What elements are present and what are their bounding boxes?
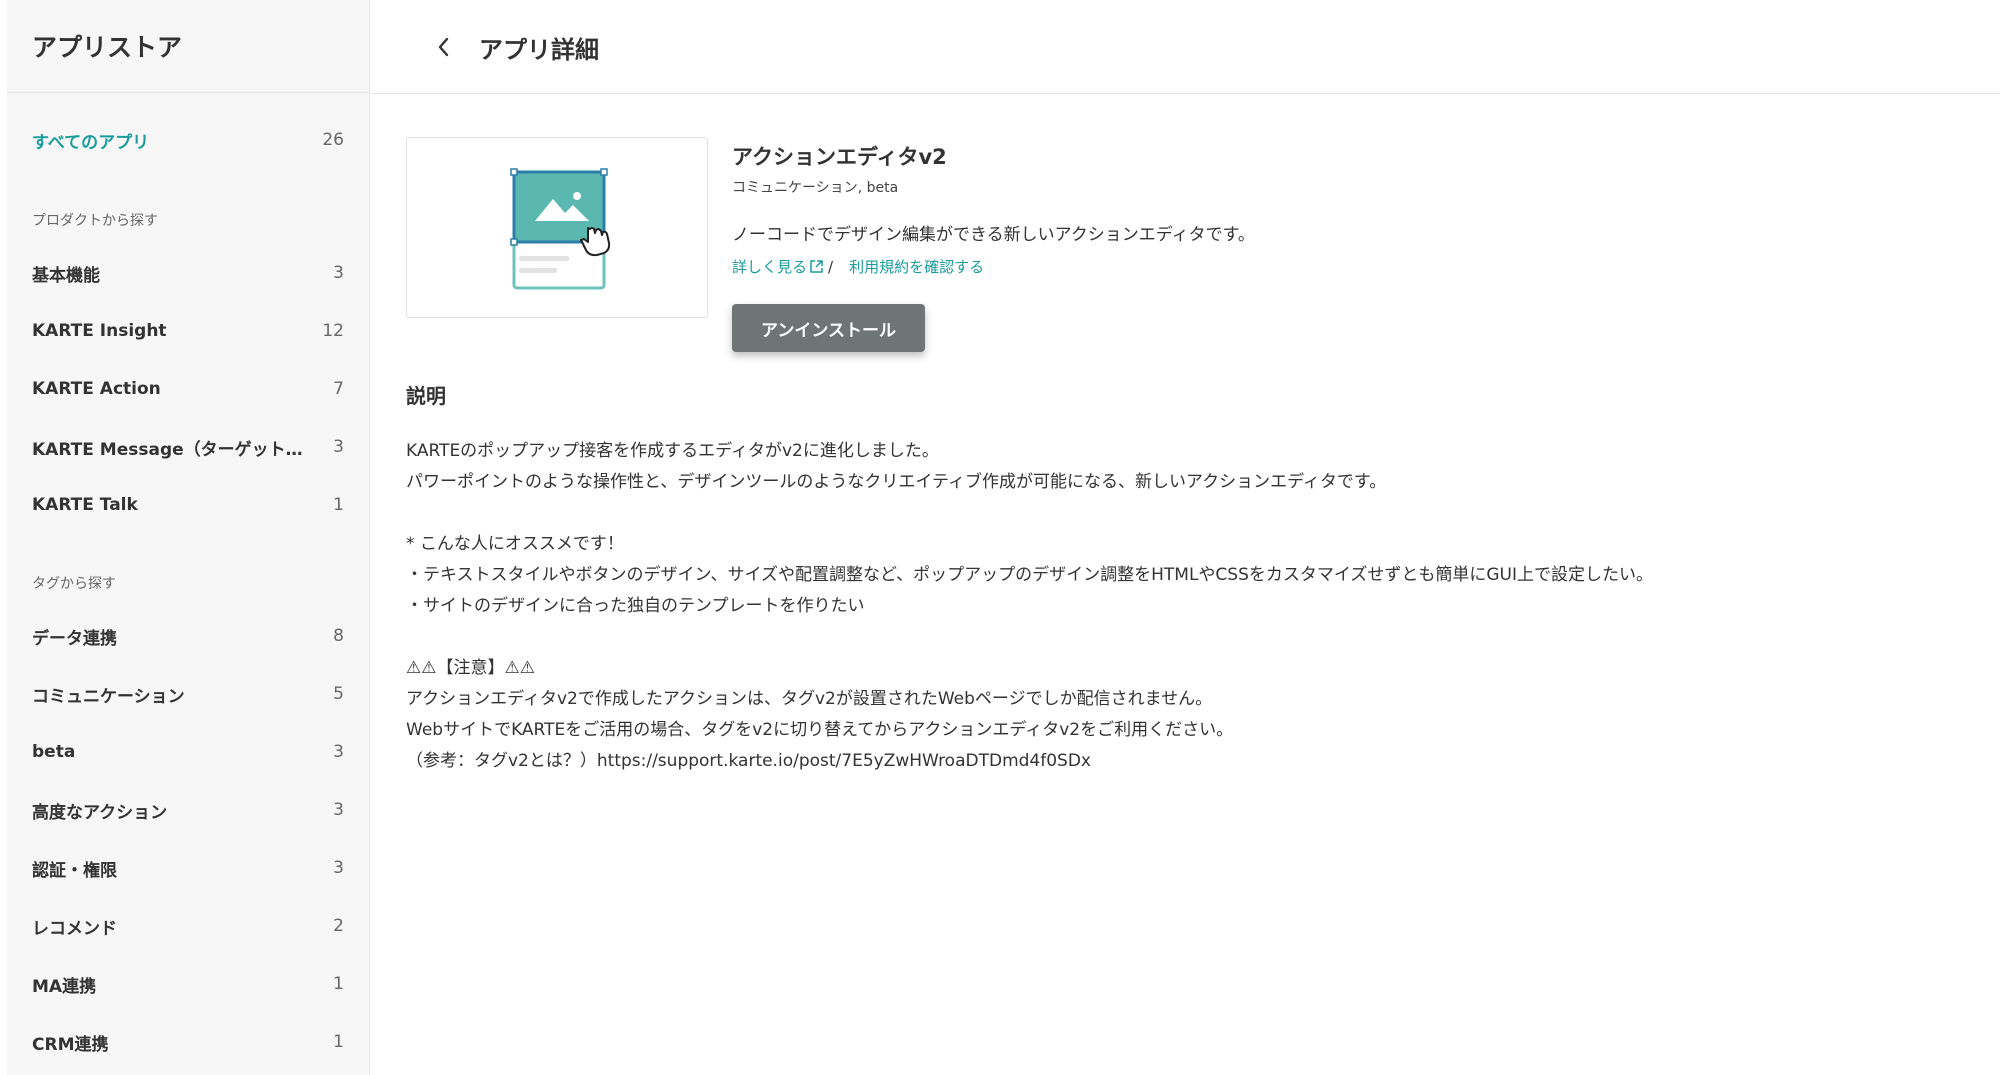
sidebar-item-tag[interactable]: MA連携 1 [32,964,344,1004]
sidebar-item-count: 8 [333,626,344,646]
sidebar-item-product[interactable]: KARTE Action 7 [32,369,344,409]
sidebar-item-tag[interactable]: データ連携 8 [32,616,344,656]
sidebar-item-label: 高度なアクション [32,802,168,823]
sidebar-item-label: KARTE Message（ターゲット配信） [32,439,312,460]
sidebar-item-count: 3 [333,858,344,878]
sidebar-item-product[interactable]: 基本機能 3 [32,253,344,293]
sidebar-item-count: 7 [333,379,344,399]
sidebar-item-product[interactable]: KARTE Talk 1 [32,485,344,525]
app-links: 詳しく見る / 利用規約を確認する [732,256,984,277]
app-tags: コミュニケーション, beta [732,180,899,196]
sidebar-item-all-apps[interactable]: すべてのアプリ 26 [32,120,344,160]
sidebar-item-count: 26 [322,130,344,150]
link-separator: / [828,257,834,276]
sidebar-item-tag[interactable]: CRM連携 1 [32,1022,344,1062]
sidebar-item-count: 1 [333,974,344,994]
sidebar-item-tag[interactable]: コミュニケーション 5 [32,674,344,714]
description-line: アクションエディタv2で作成したアクションは、タグv2が設置されたWebページで… [406,689,1213,709]
app-thumbnail [406,137,708,318]
sidebar-item-label: KARTE Insight [32,321,167,341]
sidebar-item-label: レコメンド [32,918,117,939]
sidebar: アプリストア すべてのアプリ 26 プロダクトから探す 基本機能 3 KARTE… [0,0,370,1075]
description-line: パワーポイントのような操作性と、デザインツールのようなクリエイティブ作成が可能に… [406,472,1387,492]
sidebar-item-count: 3 [333,437,344,457]
sidebar-item-label: 認証・権限 [32,860,117,881]
sidebar-item-label: KARTE Action [32,379,161,399]
description-line: ⚠⚠【注意】⚠⚠ [406,658,535,678]
description-blank-line [406,498,1956,529]
sidebar-item-count: 3 [333,263,344,283]
page-title: アプリ詳細 [479,36,599,64]
sidebar-item-label: beta [32,742,76,762]
sidebar-item-count: 1 [333,495,344,515]
sidebar-item-product[interactable]: KARTE Message（ターゲット配信） 3 [32,427,344,467]
section-title: 説明 [406,384,446,408]
sidebar-item-count: 3 [333,742,344,762]
sidebar-section-tags: タグから探す [32,576,116,592]
sidebar-item-label: データ連携 [32,628,117,649]
terms-link[interactable]: 利用規約を確認する [849,256,984,277]
sidebar-item-label: MA連携 [32,976,97,997]
external-link-icon [810,260,823,273]
sidebar-item-tag[interactable]: レコメンド 2 [32,906,344,946]
app-name: アクションエディタv2 [732,145,947,169]
app-description: ノーコードでデザイン編集ができる新しいアクションエディタです。 [732,225,1255,245]
description-line: * こんな人にオススメです！ [406,534,624,554]
sidebar-item-label: CRM連携 [32,1034,109,1055]
sidebar-item-label: 基本機能 [32,265,100,286]
uninstall-button[interactable]: アンインストール [732,304,925,352]
sidebar-item-tag[interactable]: beta 3 [32,732,344,772]
page-header: アプリ詳細 [371,0,2000,94]
description-line: ・テキストスタイルやボタンのデザイン、サイズや配置調整など、ポップアップのデザイ… [406,565,1653,585]
sidebar-item-product[interactable]: KARTE Insight 12 [32,311,344,351]
back-button[interactable] [425,29,461,65]
sidebar-item-label: すべてのアプリ [32,132,150,153]
sidebar-item-count: 3 [333,800,344,820]
sidebar-item-count: 5 [333,684,344,704]
description-line: KARTEのポップアップ接客を作成するエディタがv2に進化しました。 [406,441,939,461]
sidebar-item-tag[interactable]: 認証・権限 3 [32,848,344,888]
learn-more-label: 詳しく見る [732,258,808,276]
sidebar-item-label: KARTE Talk [32,495,138,515]
app-long-description: KARTEのポップアップ接客を作成するエディタがv2に進化しました。 パワーポイ… [406,436,1956,777]
sidebar-item-tag[interactable]: 高度なアクション 3 [32,790,344,830]
sidebar-item-label: コミュニケーション [32,686,185,707]
learn-more-link[interactable]: 詳しく見る [732,256,824,277]
sidebar-item-count: 2 [333,916,344,936]
description-line: WebサイトでKARTEをご活用の場合、タグをv2に切り替えてからアクションエデ… [406,720,1234,740]
chevron-left-icon [438,37,449,57]
sidebar-title: アプリストア [0,0,369,93]
description-line: （参考：タグv2とは？）https://support.karte.io/pos… [406,751,1091,771]
sidebar-item-count: 12 [322,321,344,341]
sidebar-item-count: 1 [333,1032,344,1052]
sidebar-section-products: プロダクトから探す [32,213,158,229]
description-blank-line [406,622,1956,653]
description-line: ・サイトのデザインに合った独自のテンプレートを作りたい [406,596,865,616]
app-illustration-icon [510,168,611,290]
